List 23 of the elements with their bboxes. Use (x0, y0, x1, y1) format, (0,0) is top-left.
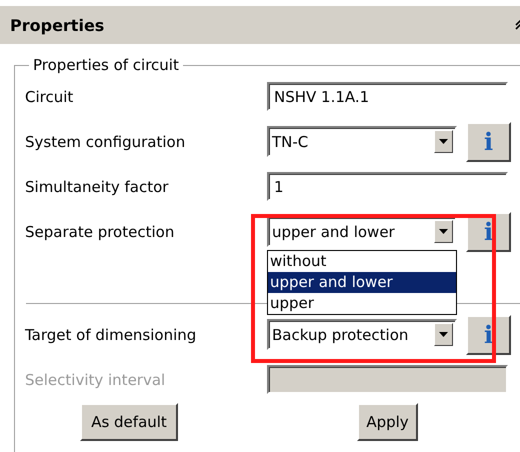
dropdown-option[interactable]: upper and lower (268, 272, 456, 293)
group-title: Properties of circuit (32, 56, 180, 74)
dropdown-option[interactable]: upper (268, 293, 456, 314)
action-button[interactable]: Apply (357, 403, 418, 441)
caret-icon (439, 229, 448, 234)
text-field[interactable]: 1 (267, 172, 508, 201)
field-label: Selectivity interval (25, 370, 166, 388)
field-label: Simultaneity factor (25, 178, 170, 196)
dropdown[interactable]: TN-C (267, 126, 457, 157)
field-label: Target of dimensioning (25, 326, 198, 344)
dropdown-option[interactable]: without (268, 251, 456, 272)
field-label: Separate protection (25, 222, 176, 240)
dropdown[interactable]: upper and lower (267, 216, 457, 247)
field-label: Circuit (25, 88, 74, 106)
info-button[interactable]: i (466, 314, 511, 354)
field-label: System configuration (25, 132, 186, 150)
panel-title: Properties (10, 16, 104, 34)
text-field[interactable]: NSHV 1.1A.1 (267, 82, 508, 111)
caret-icon (439, 139, 448, 144)
caret-icon (439, 332, 448, 337)
info-button[interactable]: i (466, 122, 511, 162)
dropdown[interactable]: Backup protection (267, 319, 457, 350)
action-button[interactable]: As default (80, 403, 178, 441)
